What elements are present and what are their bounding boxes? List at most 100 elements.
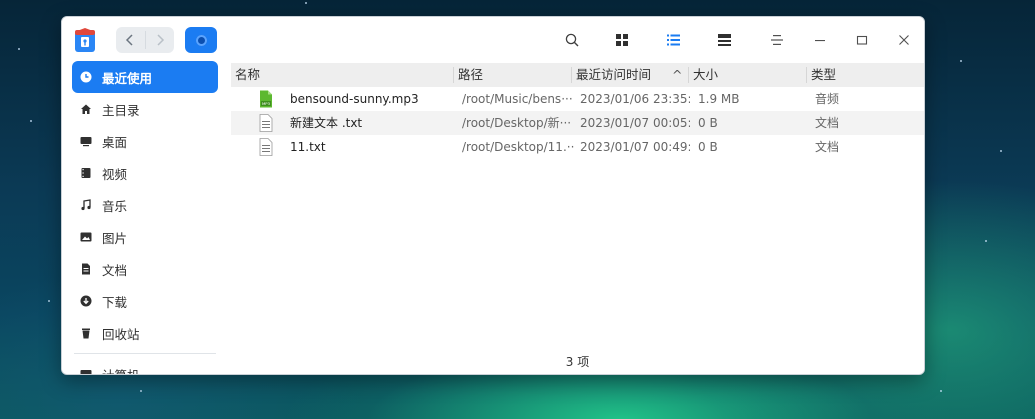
sidebar-item-label: 音乐 xyxy=(102,198,128,214)
file-manager-logo-icon xyxy=(75,28,95,52)
file-size: 1.9 MB xyxy=(698,92,740,106)
sidebar-list: 最近使用 主目录 桌面 视频 音乐 图片 文档 下载 回收站 计算机 xyxy=(72,61,218,375)
wallpaper-star xyxy=(30,120,32,122)
column-separator[interactable] xyxy=(571,67,572,83)
sidebar-item-recent[interactable]: 最近使用 xyxy=(72,61,218,93)
file-type: 音频 xyxy=(815,92,840,106)
wallpaper-star xyxy=(140,390,142,392)
sidebar-item-label: 图片 xyxy=(102,230,128,246)
sidebar-item-label: 计算机 xyxy=(102,367,140,375)
status-bar-item-count: 3 项 xyxy=(565,355,590,369)
list-view-icon xyxy=(666,34,680,46)
wallpaper-star xyxy=(940,390,942,392)
file-size: 0 B xyxy=(698,116,718,130)
file-name: 新建文本 .txt xyxy=(290,116,363,130)
sidebar-item-label: 视频 xyxy=(102,166,128,182)
close-button[interactable] xyxy=(893,29,915,51)
trash-icon xyxy=(80,327,92,339)
wallpaper-star xyxy=(985,240,987,242)
chevron-right-icon xyxy=(157,34,164,46)
toolbar xyxy=(231,17,924,63)
download-icon xyxy=(80,295,92,307)
list-view-button[interactable] xyxy=(662,29,684,51)
chevron-left-icon xyxy=(126,34,133,46)
column-header-size[interactable]: 大小 xyxy=(693,63,718,87)
sidebar-item-label: 回收站 xyxy=(102,326,140,342)
location-dot-icon xyxy=(195,34,207,46)
svg-text:MP3: MP3 xyxy=(262,101,271,106)
desktop-icon xyxy=(80,135,92,147)
file-accessed-time: 2023/01/06 23:35:15 xyxy=(580,92,690,106)
sidebar-item-computer[interactable]: 计算机 xyxy=(72,358,218,375)
search-button[interactable] xyxy=(561,29,583,51)
file-type: 文档 xyxy=(815,116,840,130)
wallpaper-star xyxy=(960,60,962,62)
file-name: bensound-sunny.mp3 xyxy=(290,92,419,106)
wallpaper-star xyxy=(1000,150,1002,152)
column-header-path[interactable]: 路径 xyxy=(458,63,483,87)
menu-button[interactable] xyxy=(766,29,788,51)
column-header-row: 名称 路径 最近访问时间 ^ 大小 类型 xyxy=(231,63,924,87)
column-header-type[interactable]: 类型 xyxy=(811,63,836,87)
minimize-icon xyxy=(815,40,825,42)
file-manager-window: 最近使用 主目录 桌面 视频 音乐 图片 文档 下载 回收站 计算机 名称 路径… xyxy=(61,16,925,375)
column-separator[interactable] xyxy=(688,67,689,83)
video-icon xyxy=(80,167,92,179)
icon-view-button[interactable] xyxy=(611,29,633,51)
wallpaper-star xyxy=(48,300,50,302)
close-icon xyxy=(899,35,909,45)
sidebar-item-label: 文档 xyxy=(102,262,128,278)
sort-ascending-icon: ^ xyxy=(672,67,683,82)
wallpaper-star xyxy=(18,48,20,50)
picture-icon xyxy=(80,231,92,243)
sidebar-item-label: 主目录 xyxy=(102,102,140,118)
sidebar-item-documents[interactable]: 文档 xyxy=(72,253,218,285)
sidebar-item-pictures[interactable]: 图片 xyxy=(72,221,218,253)
file-type: 文档 xyxy=(815,140,840,154)
forward-button[interactable] xyxy=(146,27,175,53)
sidebar-item-music[interactable]: 音乐 xyxy=(72,189,218,221)
column-separator[interactable] xyxy=(453,67,454,83)
sidebar-item-trash[interactable]: 回收站 xyxy=(72,317,218,349)
file-name: 11.txt xyxy=(290,140,326,154)
text-file-icon xyxy=(259,114,273,132)
hamburger-menu-icon xyxy=(771,35,783,45)
current-location-button[interactable] xyxy=(185,27,217,53)
sidebar-item-label: 桌面 xyxy=(102,134,128,150)
maximize-icon xyxy=(856,35,868,45)
search-icon xyxy=(565,33,579,47)
back-button[interactable] xyxy=(116,27,145,53)
column-header-name[interactable]: 名称 xyxy=(235,63,260,87)
minimize-button[interactable] xyxy=(809,29,831,51)
grid-view-icon xyxy=(616,34,628,46)
navigation-buttons xyxy=(116,27,174,53)
column-separator[interactable] xyxy=(806,67,807,83)
detail-view-icon xyxy=(717,34,731,46)
document-icon xyxy=(80,263,92,275)
sidebar-divider xyxy=(74,353,216,354)
file-row[interactable]: MP3 bensound-sunny.mp3 /root/Music/bens·… xyxy=(231,87,924,111)
file-accessed-time: 2023/01/07 00:49:32 xyxy=(580,140,690,154)
wallpaper-star xyxy=(305,2,307,4)
sidebar-item-desktop[interactable]: 桌面 xyxy=(72,125,218,157)
computer-icon xyxy=(80,368,92,374)
home-icon xyxy=(80,103,92,115)
file-row[interactable]: 新建文本 .txt /root/Desktop/新··· 2023/01/07 … xyxy=(231,111,924,135)
file-path: /root/Desktop/11.··· xyxy=(462,140,574,154)
tree-view-button[interactable] xyxy=(713,29,735,51)
file-size: 0 B xyxy=(698,140,718,154)
clock-icon xyxy=(80,71,92,83)
file-accessed-time: 2023/01/07 00:05:03 xyxy=(580,116,690,130)
file-path: /root/Music/bens··· xyxy=(462,92,573,106)
file-path: /root/Desktop/新··· xyxy=(462,116,572,130)
sidebar-item-label: 下载 xyxy=(102,294,128,310)
sidebar-item-videos[interactable]: 视频 xyxy=(72,157,218,189)
sidebar-item-home[interactable]: 主目录 xyxy=(72,93,218,125)
sidebar-item-label: 最近使用 xyxy=(102,70,153,86)
sidebar: 最近使用 主目录 桌面 视频 音乐 图片 文档 下载 回收站 计算机 xyxy=(62,17,231,374)
file-row[interactable]: 11.txt /root/Desktop/11.··· 2023/01/07 0… xyxy=(231,135,924,159)
sidebar-item-downloads[interactable]: 下载 xyxy=(72,285,218,317)
maximize-button[interactable] xyxy=(851,29,873,51)
music-icon xyxy=(80,199,92,211)
column-header-accessed[interactable]: 最近访问时间 xyxy=(576,63,651,87)
